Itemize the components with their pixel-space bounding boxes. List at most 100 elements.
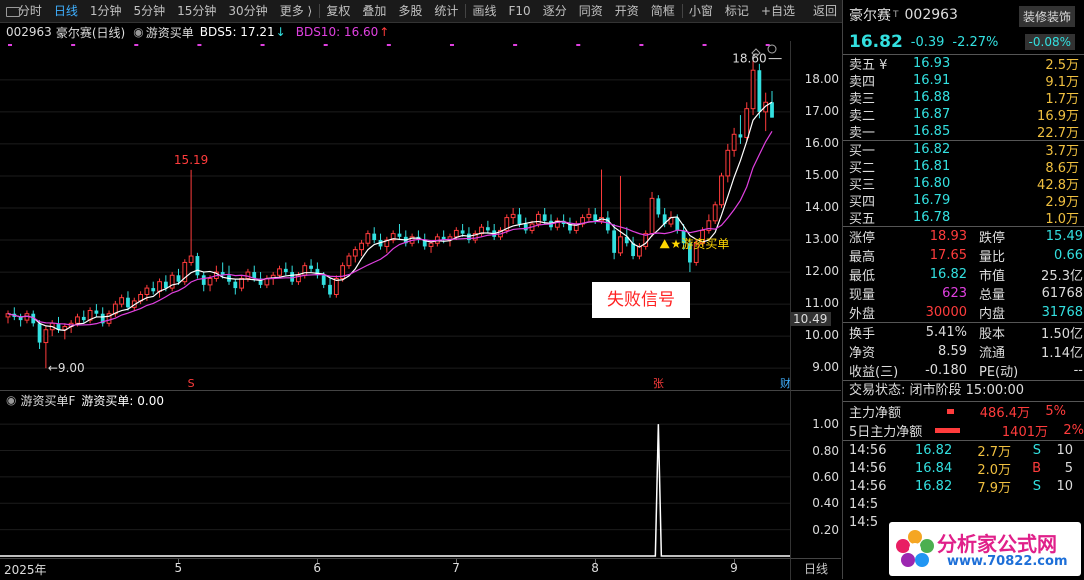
trade-direction: B <box>1011 461 1041 476</box>
toolbar-item-17[interactable]: 小窗 <box>683 0 719 22</box>
order-row[interactable]: 买四16.792.9万 <box>843 192 1084 209</box>
toolbar-item-16[interactable]: 简框 <box>645 0 681 22</box>
order-label: 卖一 <box>843 122 913 141</box>
toolbar-item-20[interactable]: 返回 <box>807 0 843 22</box>
candle-body <box>145 288 149 294</box>
candle-body <box>650 198 654 233</box>
sub-panel-header: ◉ 游资买单F 游资买单: 0.00 <box>0 390 790 409</box>
trade-count: 10 <box>1041 479 1073 494</box>
candle-body <box>524 224 528 230</box>
toolbar-item-15[interactable]: 开资 <box>609 0 645 22</box>
order-row[interactable]: 买二16.818.6万 <box>843 158 1084 175</box>
signal-subchart[interactable] <box>0 408 790 558</box>
stat-row: 最高17.65量比0.66 <box>843 246 1084 265</box>
candle-body <box>353 250 357 256</box>
order-row[interactable]: 卖四16.919.1万 <box>843 72 1084 89</box>
toolbar-item-19[interactable]: +自选 <box>755 0 801 22</box>
last-price-tag: 10.49 <box>791 312 831 326</box>
marker-cai: 财 <box>780 376 790 390</box>
top-dot-mark <box>703 44 707 46</box>
toolbar-item-8[interactable]: 叠加 <box>356 0 392 22</box>
order-volume: 1.0万 <box>1009 208 1079 227</box>
candle-body <box>619 237 623 253</box>
order-price: 16.78 <box>913 210 1009 225</box>
toolbar-item-10[interactable]: 统计 <box>428 0 464 22</box>
trade-volume: 2.7万 <box>965 441 1011 460</box>
date-tick: 7 <box>452 561 460 575</box>
date-tick-mark <box>178 559 179 563</box>
candle-body <box>461 230 465 233</box>
stat-row: 换手5.41%股本1.50亿 <box>843 323 1084 342</box>
toolbar-item-14[interactable]: 同资 <box>573 0 609 22</box>
last-price: 16.82 <box>849 32 903 52</box>
candle-body <box>638 246 642 256</box>
toolbar-item-3[interactable]: 5分钟 <box>127 0 171 22</box>
stock-period: 日线 <box>97 26 121 40</box>
candle-body <box>587 214 591 217</box>
stat-value: 1.14亿 <box>1029 342 1083 361</box>
formula-name[interactable]: 游资买单 <box>146 24 194 41</box>
candle-body <box>770 102 774 117</box>
period-label[interactable]: 日线 <box>790 558 841 580</box>
signal-tick: 0.40 <box>791 496 839 510</box>
candle-body <box>95 311 99 314</box>
order-row[interactable]: 买一16.823.7万 <box>843 141 1084 158</box>
order-row[interactable]: 卖五 ¥16.932.5万 <box>843 55 1084 72</box>
toolbar-item-18[interactable]: 标记 <box>719 0 755 22</box>
formula-dropdown-icon[interactable]: ◉ <box>133 25 143 39</box>
order-row[interactable]: 卖三16.881.7万 <box>843 89 1084 106</box>
chart-info-row: 002963 豪尔赛 (日线) ◉ 游资买单 BDS5: 17.21 ↓ BDS… <box>0 23 389 41</box>
toolbar-item-7[interactable]: 复权 <box>320 0 356 22</box>
price-tick: 10.00 <box>791 328 839 342</box>
trade-row: 14:5616.842.0万B5 <box>843 459 1084 477</box>
candle-body <box>126 298 130 308</box>
order-row[interactable]: 卖一16.8522.7万 <box>843 123 1084 140</box>
toolbar-item-11[interactable]: 画线 <box>467 0 503 22</box>
candle-body <box>202 275 206 285</box>
order-price: 16.91 <box>913 73 1009 88</box>
flow-value: 1401万 <box>960 421 1048 440</box>
candle-body <box>511 214 515 217</box>
sector-badge[interactable]: 装修装饰 <box>1019 6 1075 27</box>
toolbar-item-6[interactable]: 更多 ⟩ <box>274 0 319 22</box>
window-icon[interactable] <box>6 5 8 17</box>
date-axis: 2025年5678910 <box>0 558 790 580</box>
logo-url: www.70822.com <box>947 554 1068 569</box>
toolbar-item-2[interactable]: 1分钟 <box>84 0 128 22</box>
trade-count: 10 <box>1041 443 1073 458</box>
toolbar-item-1[interactable]: 日线 <box>48 0 84 22</box>
candlestick-chart[interactable]: 15.1918.60←9.00★游资买单S张财榜跌 <box>0 41 790 390</box>
signal-flag-icon <box>660 239 670 248</box>
flow-bar <box>947 409 954 414</box>
top-dot-mark <box>324 44 328 46</box>
order-row[interactable]: 卖二16.8716.9万 <box>843 106 1084 123</box>
order-row[interactable]: 买五16.781.0万 <box>843 209 1084 226</box>
candle-body <box>208 278 212 284</box>
stat-value: 15.49 <box>1029 229 1083 244</box>
settings-icon[interactable] <box>768 45 776 53</box>
sub-panel-title[interactable]: 游资买单F <box>20 392 75 409</box>
stat-key: 最低 <box>843 265 907 284</box>
toolbar-item-13[interactable]: 逐分 <box>537 0 573 22</box>
toolbar-item-12[interactable]: F10 <box>503 0 537 22</box>
low-label-1: ←9.00 <box>48 361 85 375</box>
candle-body <box>656 198 660 214</box>
panel-stock-name: 豪尔赛 <box>849 5 891 25</box>
stat-key: 量比 <box>967 246 1029 265</box>
toolbar-item-9[interactable]: 多股 <box>392 0 428 22</box>
toolbar-item-4[interactable]: 15分钟 <box>171 0 222 22</box>
stat-value: -0.180 <box>907 363 967 378</box>
top-dot-mark <box>639 44 643 46</box>
signal-label: ★游资买单 <box>671 237 730 251</box>
order-row[interactable]: 买三16.8042.8万 <box>843 175 1084 192</box>
flow-key: 主力净额 <box>843 402 935 421</box>
quote-price-row: 16.82 -0.39 -2.27% -0.08% <box>843 30 1084 54</box>
stat-value: 16.82 <box>907 267 967 282</box>
sub-dropdown-icon[interactable]: ◉ <box>6 393 16 407</box>
candle-body <box>543 214 547 220</box>
toolbar-item-5[interactable]: 30分钟 <box>222 0 273 22</box>
date-tick: 9 <box>730 561 738 575</box>
sector-change: -0.08% <box>1025 34 1075 50</box>
candle-body <box>303 266 307 276</box>
period-toolbar: 分时日线1分钟5分钟15分钟30分钟更多 ⟩复权叠加多股统计画线F10逐分同资开… <box>0 0 843 23</box>
